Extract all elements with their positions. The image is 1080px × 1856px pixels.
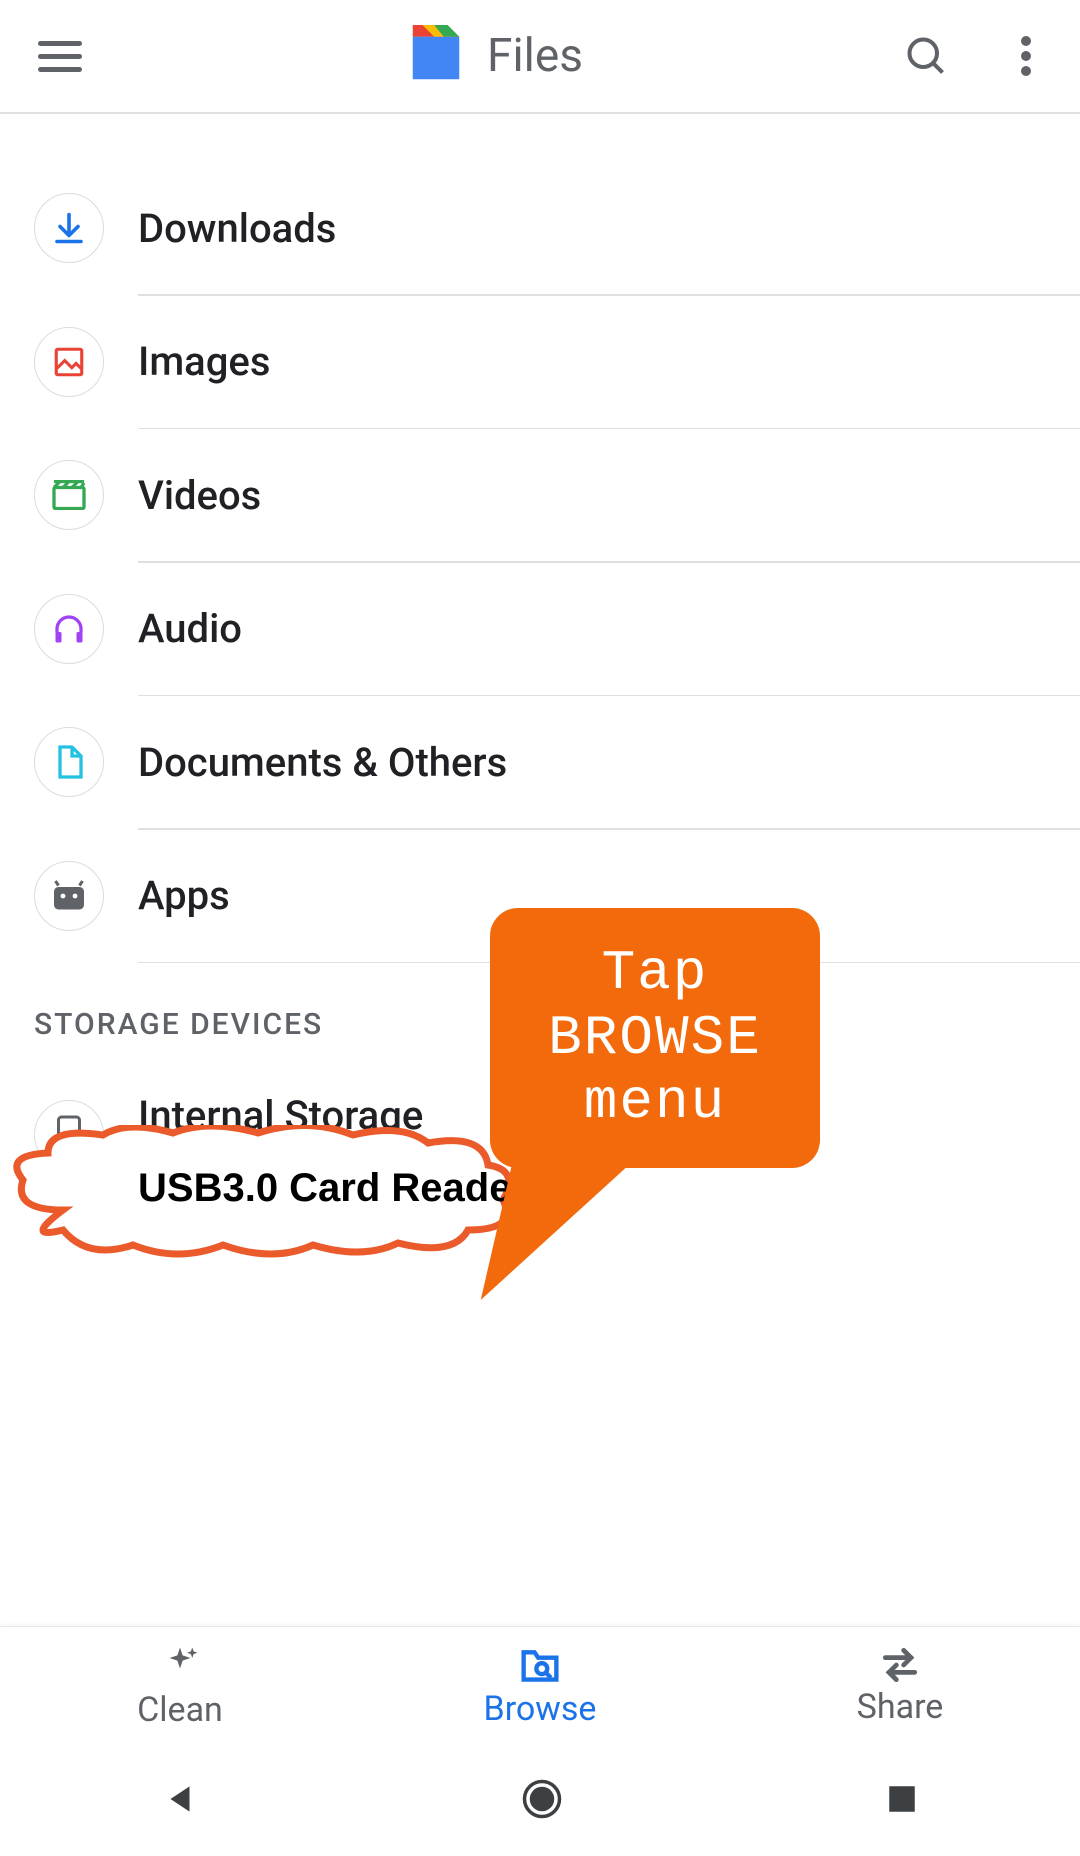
menu-icon[interactable] (38, 32, 86, 80)
bottom-nav: Clean Browse Share (0, 1626, 1080, 1746)
folder-search-icon (518, 1645, 562, 1685)
category-label: Apps (138, 872, 230, 919)
nav-label: Clean (137, 1690, 223, 1730)
system-nav-bar (0, 1746, 1080, 1856)
category-documents[interactable]: Documents & Others (0, 696, 1080, 828)
category-label: Downloads (138, 205, 336, 252)
app-bar: Files (0, 0, 1080, 114)
sparkle-icon (159, 1644, 201, 1686)
category-audio[interactable]: Audio (0, 563, 1080, 695)
nav-label: Browse (484, 1689, 597, 1729)
video-icon (34, 460, 104, 530)
sys-home-icon[interactable] (521, 1778, 563, 1824)
search-icon[interactable] (902, 32, 950, 80)
nav-browse[interactable]: Browse (360, 1627, 720, 1746)
android-icon (34, 861, 104, 931)
headphones-icon (34, 594, 104, 664)
category-label: Documents & Others (138, 739, 507, 786)
app-title: Files (487, 29, 583, 83)
sys-recents-icon[interactable] (885, 1782, 919, 1820)
category-images[interactable]: Images (0, 296, 1080, 428)
annotation-highlight-text: USB3.0 Card Reader (138, 1166, 527, 1211)
sys-back-icon[interactable] (161, 1780, 199, 1822)
image-icon (34, 327, 104, 397)
nav-clean[interactable]: Clean (0, 1627, 360, 1746)
nav-share[interactable]: Share (720, 1627, 1080, 1746)
download-icon (34, 193, 104, 263)
annotation-callout: Tap BROWSE menu (490, 908, 820, 1168)
category-downloads[interactable]: Downloads (0, 162, 1080, 294)
nav-label: Share (857, 1687, 944, 1727)
category-videos[interactable]: Videos (0, 429, 1080, 561)
category-label: Images (138, 338, 270, 385)
document-icon (34, 727, 104, 797)
appbar-actions (902, 32, 1050, 80)
app-title-area: Files (86, 25, 902, 87)
files-app-logo-icon (405, 25, 467, 87)
category-label: Audio (138, 605, 242, 652)
swap-arrows-icon (878, 1647, 922, 1683)
category-label: Videos (138, 472, 261, 519)
more-options-icon[interactable] (1002, 32, 1050, 80)
